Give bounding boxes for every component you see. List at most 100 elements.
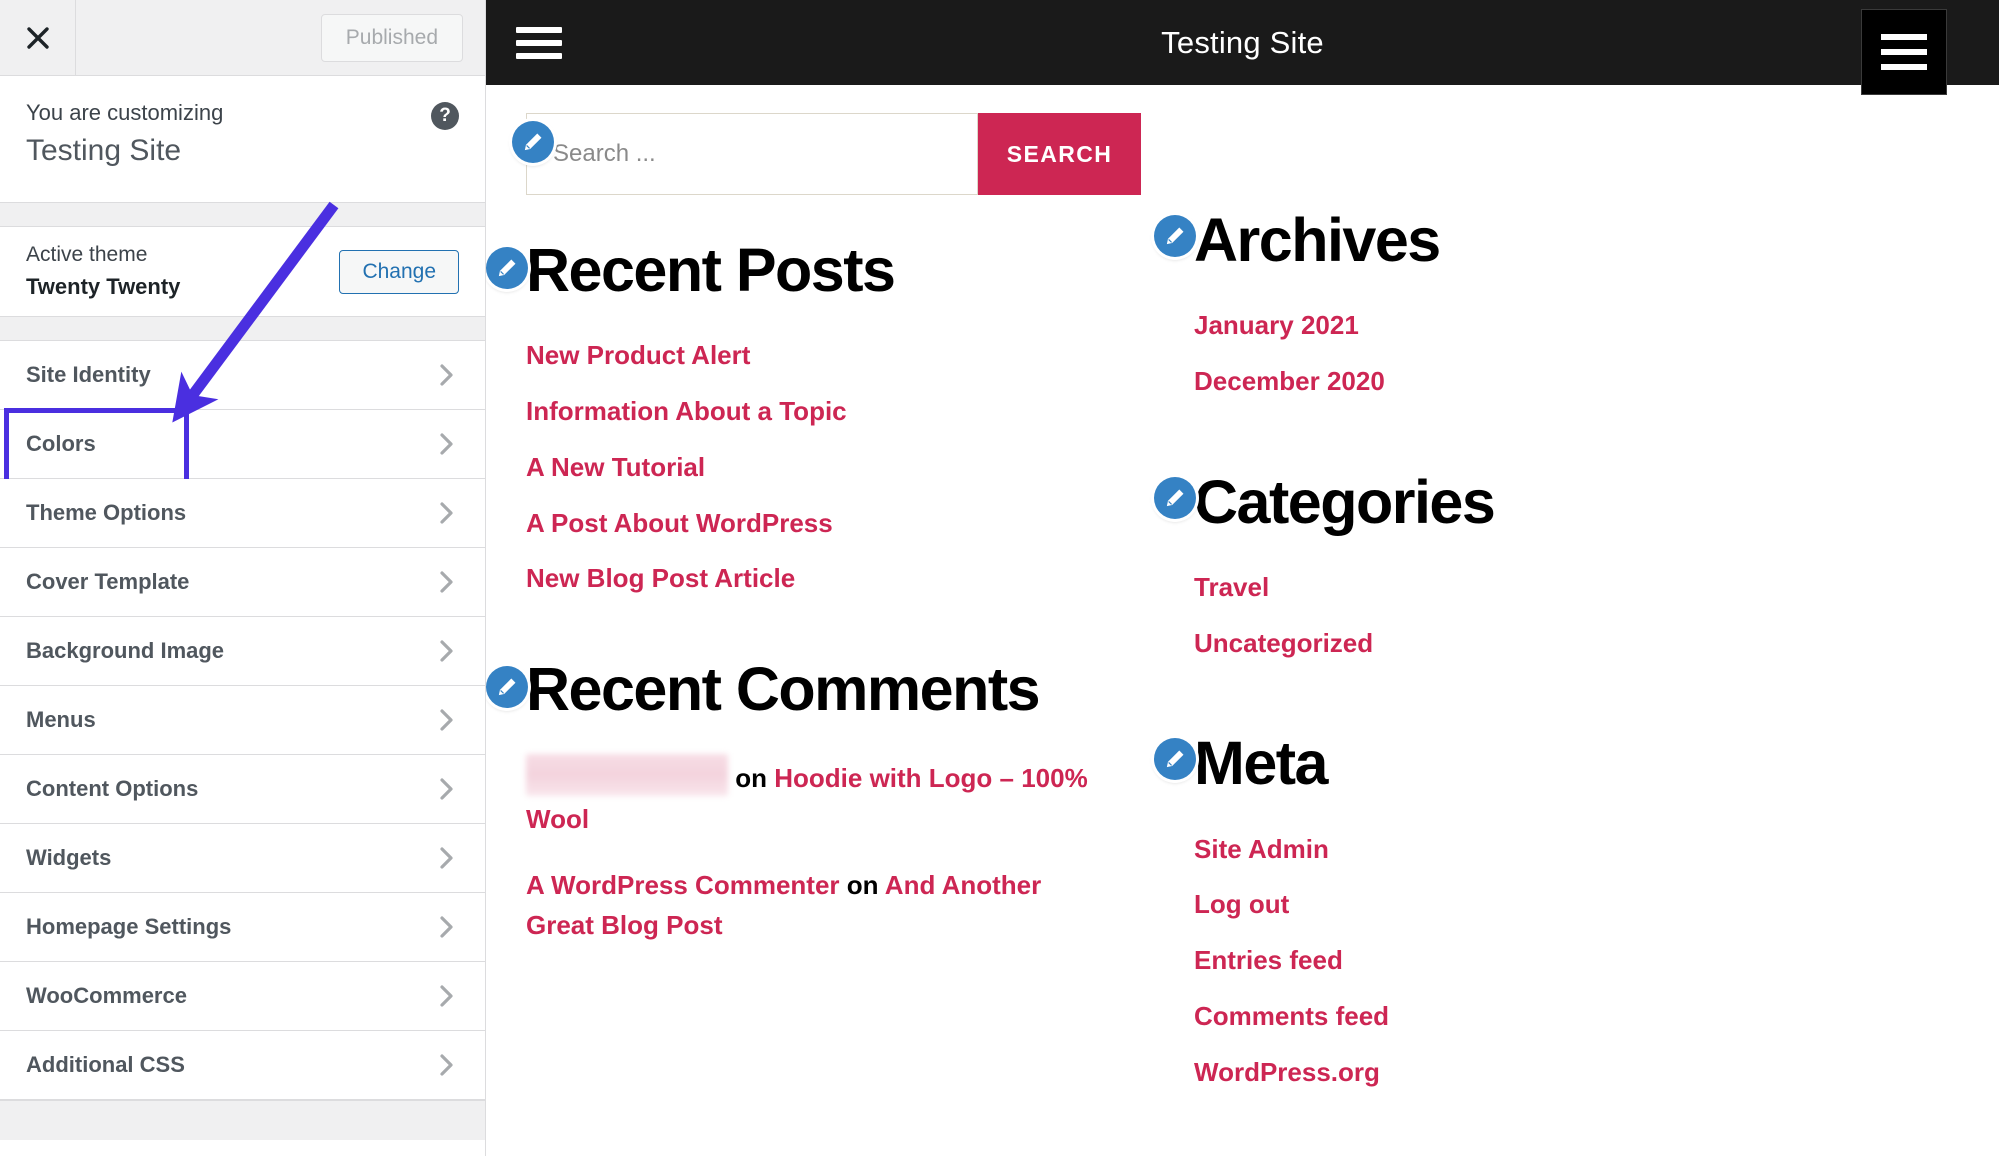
categories-list: Travel Uncategorized	[1194, 571, 1999, 661]
list-item: New Product Alert	[526, 339, 1110, 373]
meta-link[interactable]: Comments feed	[1194, 1001, 1389, 1031]
recent-post-link[interactable]: A Post About WordPress	[526, 508, 833, 538]
meta-list: Site Admin Log out Entries feed Comments fe…	[1194, 833, 1999, 1090]
section-divider	[0, 203, 485, 227]
sidebar-item-label: Homepage Settings	[26, 914, 232, 939]
list-item: Site Admin	[1194, 833, 1999, 867]
comment-connector: on	[846, 869, 879, 900]
widget-title: Recent Posts	[526, 236, 896, 304]
sidebar-item-label: Menus	[26, 707, 96, 732]
sidebar-item-label: Widgets	[26, 845, 112, 870]
meta-link[interactable]: Log out	[1194, 889, 1289, 919]
chevron-right-icon	[433, 431, 459, 457]
comment-item: on Hoodie with Logo – 100% Wool	[526, 754, 1110, 839]
widget-grid: Recent Posts New Product Alert Informatio…	[486, 201, 1999, 1112]
pencil-edit-icon[interactable]	[512, 121, 554, 163]
widget-title: Categories	[1194, 467, 1496, 536]
published-button[interactable]: Published	[320, 13, 463, 62]
pencil-edit-icon[interactable]	[486, 247, 528, 289]
chevron-right-icon	[433, 362, 459, 388]
sidebar-item-label: WooCommerce	[26, 983, 187, 1008]
comment-author-link[interactable]: A WordPress Commenter	[526, 870, 840, 900]
chevron-right-icon	[433, 845, 459, 871]
pencil-edit-icon[interactable]	[1154, 476, 1196, 519]
list-item: Information About a Topic	[526, 395, 1110, 429]
meta-link[interactable]: WordPress.org	[1194, 1057, 1380, 1087]
hamburger-menu-icon[interactable]	[516, 26, 562, 59]
chevron-right-icon	[433, 569, 459, 595]
recent-comments-list: on Hoodie with Logo – 100% Wool A WordPre…	[526, 754, 1110, 945]
sidebar-item-label: Theme Options	[26, 500, 187, 525]
widget-title: Recent Comments	[526, 655, 1041, 724]
pencil-edit-icon[interactable]	[486, 666, 528, 709]
widget-column-left: Recent Posts New Product Alert Informatio…	[486, 235, 1110, 1112]
comment-author-redacted	[526, 754, 728, 797]
sidebar-item-background-image[interactable]: Background Image	[0, 617, 485, 686]
sidebar-item-label: Content Options	[26, 776, 199, 801]
sidebar-item-additional-css[interactable]: Additional CSS	[0, 1031, 485, 1100]
archive-link[interactable]: January 2021	[1194, 310, 1359, 340]
search-button[interactable]: SEARCH	[978, 113, 1141, 195]
recent-post-link[interactable]: New Product Alert	[526, 340, 750, 370]
meta-widget: Meta Site Admin Log out Entries feed Commen…	[1154, 728, 1999, 1090]
site-preview: Testing Site SEARCH	[486, 0, 1999, 1156]
sidebar-item-label: Background Image	[26, 638, 225, 663]
sidebar-item-menus[interactable]: Menus	[0, 686, 485, 755]
archives-list: January 2021 December 2020	[1194, 309, 1999, 399]
recent-posts-widget: Recent Posts New Product Alert Informatio…	[486, 235, 1110, 596]
sidebar-item-widgets[interactable]: Widgets	[0, 824, 485, 893]
help-icon[interactable]: ?	[431, 102, 459, 130]
pencil-edit-icon[interactable]	[1154, 215, 1196, 257]
archives-widget: Archives January 2021 December 2020	[1154, 205, 1999, 399]
archive-link[interactable]: December 2020	[1194, 366, 1385, 396]
sidebar-item-colors[interactable]: Colors	[0, 408, 485, 484]
customizer-header: You are customizing Testing Site ?	[0, 76, 485, 203]
sidebar-item-woocommerce[interactable]: WooCommerce	[0, 962, 485, 1031]
category-link[interactable]: Uncategorized	[1194, 628, 1373, 658]
chevron-right-icon	[433, 914, 459, 940]
comment-connector: on	[735, 763, 767, 794]
list-item: Travel	[1194, 571, 1999, 605]
recent-post-link[interactable]: New Blog Post Article	[526, 563, 795, 593]
recent-post-link[interactable]: Information About a Topic	[526, 396, 847, 426]
meta-link[interactable]: Site Admin	[1194, 834, 1329, 864]
customizer-screen: Published You are customizing Testing Si…	[0, 0, 1999, 1156]
list-item: A Post About WordPress	[526, 507, 1110, 541]
recent-post-link[interactable]: A New Tutorial	[526, 452, 705, 482]
sidebar-item-site-identity[interactable]: Site Identity	[0, 341, 485, 410]
customizing-label: You are customizing	[26, 100, 224, 125]
list-item: December 2020	[1194, 365, 1999, 399]
sidebar-item-content-options[interactable]: Content Options	[0, 755, 485, 824]
list-item: A New Tutorial	[526, 451, 1110, 485]
pencil-edit-icon[interactable]	[1154, 738, 1196, 781]
change-theme-button[interactable]: Change	[339, 249, 459, 294]
close-icon[interactable]	[0, 0, 76, 75]
categories-widget: Categories Travel Uncategorized	[1154, 467, 1999, 661]
hamburger-menu-icon[interactable]	[1861, 9, 1947, 95]
list-item: January 2021	[1194, 309, 1999, 343]
customizer-topbar: Published	[0, 0, 485, 76]
sidebar-item-cover-template[interactable]: Cover Template	[0, 548, 485, 617]
sidebar-item-label: Cover Template	[26, 569, 190, 594]
customizer-nav: Site Identity Colors Theme Options Cover Te…	[0, 341, 485, 1100]
category-link[interactable]: Travel	[1194, 572, 1269, 602]
chevron-right-icon	[433, 983, 459, 1009]
search-input[interactable]	[526, 113, 978, 195]
sidebar-item-theme-options[interactable]: Theme Options	[0, 479, 485, 548]
site-name: Testing Site	[26, 134, 182, 167]
active-theme-name: Twenty Twenty	[26, 273, 181, 299]
active-theme-label: Active theme	[26, 243, 148, 267]
section-divider	[0, 317, 485, 341]
list-item: Entries feed	[1194, 944, 1999, 978]
list-item: Log out	[1194, 888, 1999, 922]
sidebar-item-homepage-settings[interactable]: Homepage Settings	[0, 893, 485, 962]
sidebar-item-label: Site Identity	[26, 362, 151, 387]
chevron-right-icon	[433, 638, 459, 664]
meta-link[interactable]: Entries feed	[1194, 945, 1343, 975]
sidebar-item-label: Additional CSS	[26, 1052, 185, 1077]
active-theme-row: Active theme Twenty Twenty Change	[0, 227, 485, 317]
sidebar-item-label: Colors	[26, 431, 96, 456]
recent-comments-widget: Recent Comments on Hoodie with Logo – 10…	[486, 654, 1110, 945]
chevron-right-icon	[433, 500, 459, 526]
